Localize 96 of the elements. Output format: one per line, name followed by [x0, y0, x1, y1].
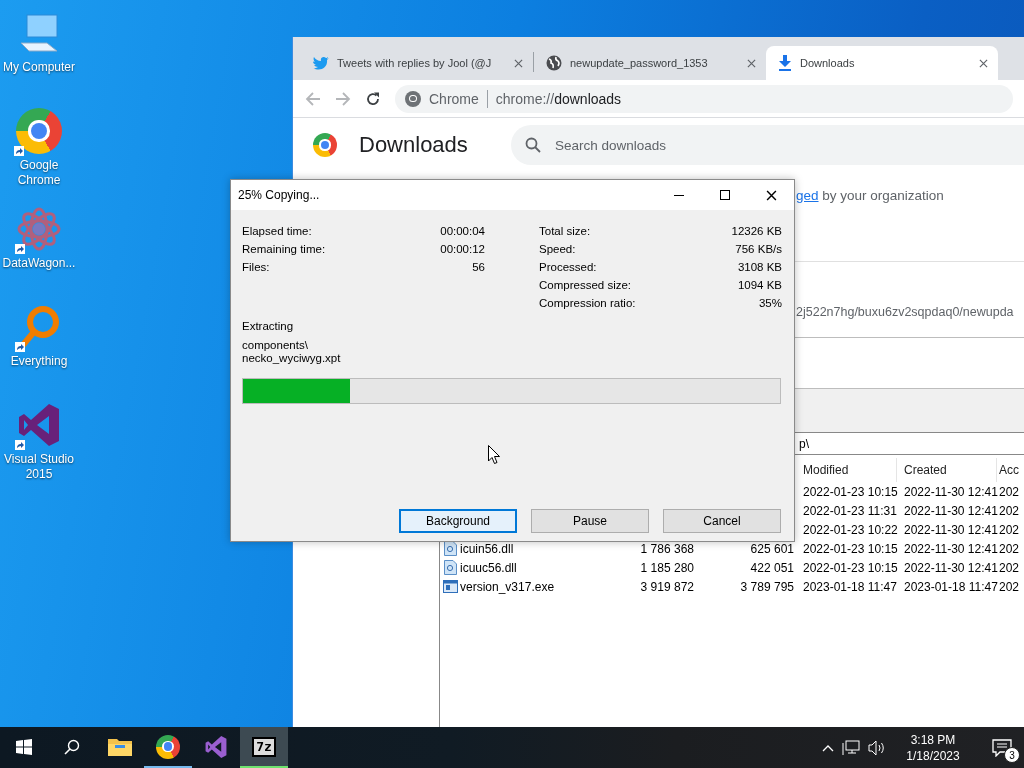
address-bar[interactable]: Chrome chrome://downloads — [395, 84, 1013, 113]
file-size: 1 786 368 — [640, 541, 694, 556]
file-name[interactable]: version_v317.exe — [460, 579, 555, 594]
mouse-cursor-icon — [488, 445, 501, 465]
stat-value: 1094 KB — [737, 279, 782, 291]
modified-date: 2022-01-23 11:31 — [803, 503, 897, 518]
site-name: Chrome — [429, 90, 479, 107]
globe-icon — [546, 55, 562, 71]
file-size: 1 185 280 — [640, 560, 694, 575]
dialog-button[interactable]: Cancel — [663, 509, 781, 533]
accessed-date: 202 — [999, 522, 1020, 537]
stat-label: Total size: — [539, 225, 591, 237]
file-size: 3 919 872 — [640, 579, 694, 594]
browser-tab[interactable]: Downloads — [766, 46, 998, 80]
file-name[interactable]: icuin56.dll — [460, 541, 514, 556]
chrome-logo-icon — [156, 734, 180, 759]
minimize-icon[interactable] — [674, 194, 684, 196]
tab-close-icon[interactable] — [747, 58, 756, 68]
visual-studio-icon — [204, 734, 228, 759]
column-header[interactable]: Created — [897, 458, 997, 482]
visual-studio-icon — [17, 402, 61, 448]
search-icon — [525, 137, 541, 153]
stat-value: 00:00:04 — [440, 225, 485, 237]
created-date: 2023-01-18 11:47 — [904, 579, 998, 594]
column-header[interactable]: Acc — [997, 458, 1024, 482]
chevron-up-icon[interactable] — [822, 743, 834, 752]
search-placeholder: Search downloads — [555, 137, 667, 153]
sevenzip-logo: 7z — [252, 736, 276, 757]
close-icon[interactable] — [765, 189, 777, 201]
created-date: 2022-11-30 12:41 — [904, 503, 998, 518]
maximize-icon[interactable] — [720, 190, 730, 200]
chrome-logo-icon — [16, 108, 62, 154]
stat-value: 35% — [758, 297, 782, 309]
accessed-date: 202 — [999, 484, 1020, 499]
tab-close-icon[interactable] — [514, 58, 523, 68]
created-date: 2022-11-30 12:41 — [904, 541, 998, 556]
accessed-date: 202 — [999, 541, 1020, 556]
network-icon[interactable] — [842, 739, 860, 756]
browser-tab[interactable]: newupdate_password_1353 — [534, 46, 766, 80]
stat-label: Elapsed time: — [242, 225, 312, 237]
accessed-date: 202 — [999, 560, 1020, 575]
file-path-line: necko_wyciwyg.xpt — [242, 352, 342, 365]
stat-label: Compression ratio: — [539, 297, 636, 309]
managed-link[interactable]: ged — [796, 188, 819, 203]
url-text: chrome://downloads — [495, 90, 622, 107]
taskbar-button[interactable]: 7z — [240, 727, 288, 768]
chrome-logo-icon — [313, 133, 337, 157]
stat-label: Remaining time: — [242, 243, 326, 255]
search-field[interactable]: Search downloads — [511, 125, 1024, 165]
page-title: Downloads — [359, 132, 469, 158]
stat-value: 3108 KB — [737, 261, 782, 273]
flower-pattern-icon — [17, 207, 61, 251]
accessed-date: 202 — [999, 579, 1020, 594]
download-url[interactable]: 2j522n7hg/buxu6zv2sqpdaq0/newupda — [796, 305, 1014, 319]
status-text: Extracting — [242, 320, 295, 332]
modified-date: 2022-01-23 10:15 — [803, 484, 898, 499]
stat-label: Files: — [242, 261, 270, 273]
clock[interactable]: 3:18 PM 1/18/2023 — [894, 731, 972, 764]
tab-close-icon[interactable] — [979, 58, 988, 68]
modified-date: 2022-01-23 10:22 — [803, 522, 898, 537]
browser-tab[interactable]: Tweets with replies by Jool (@J — [301, 46, 533, 80]
folder-icon — [108, 736, 132, 757]
file-name[interactable]: icuuc56.dll — [460, 560, 517, 575]
windows-start-icon[interactable] — [16, 738, 32, 755]
dialog-title: 25% Copying... — [238, 188, 321, 202]
column-header[interactable]: Modified — [796, 458, 897, 482]
created-date: 2022-11-30 12:41 — [904, 560, 998, 575]
dialog-button[interactable]: Background — [399, 509, 517, 533]
download-icon — [778, 55, 792, 71]
search-icon[interactable] — [64, 738, 80, 755]
packed-size: 625 601 — [750, 541, 794, 556]
accessed-date: 202 — [999, 503, 1020, 518]
notification-count: 3 — [1004, 747, 1020, 763]
reload-icon[interactable] — [365, 90, 381, 107]
chrome-logo-icon — [405, 90, 421, 107]
modified-date: 2023-01-18 11:47 — [803, 579, 897, 594]
file-icon — [443, 560, 457, 575]
bird-icon — [313, 56, 329, 70]
stat-value: 756 KB/s — [735, 243, 782, 255]
speaker-icon[interactable] — [868, 739, 886, 756]
stat-label: Processed: — [539, 261, 597, 273]
stat-value: 00:00:12 — [440, 243, 485, 255]
packed-size: 3 789 795 — [740, 579, 794, 594]
stat-value: 56 — [472, 261, 485, 273]
packed-size: 422 051 — [750, 560, 794, 575]
modified-date: 2022-01-23 10:15 — [803, 560, 898, 575]
program-window-icon — [442, 580, 458, 593]
stat-label: Compressed size: — [539, 279, 632, 291]
file-path-line: components\ — [242, 339, 309, 352]
stat-value: 12326 KB — [731, 225, 782, 237]
modified-date: 2022-01-23 10:15 — [803, 541, 898, 556]
dialog-button[interactable]: Pause — [531, 509, 649, 533]
stat-label: Speed: — [539, 243, 576, 255]
managed-notice: ged by your organization — [796, 188, 945, 203]
created-date: 2022-11-30 12:41 — [904, 522, 998, 537]
created-date: 2022-11-30 12:41 — [904, 484, 998, 499]
